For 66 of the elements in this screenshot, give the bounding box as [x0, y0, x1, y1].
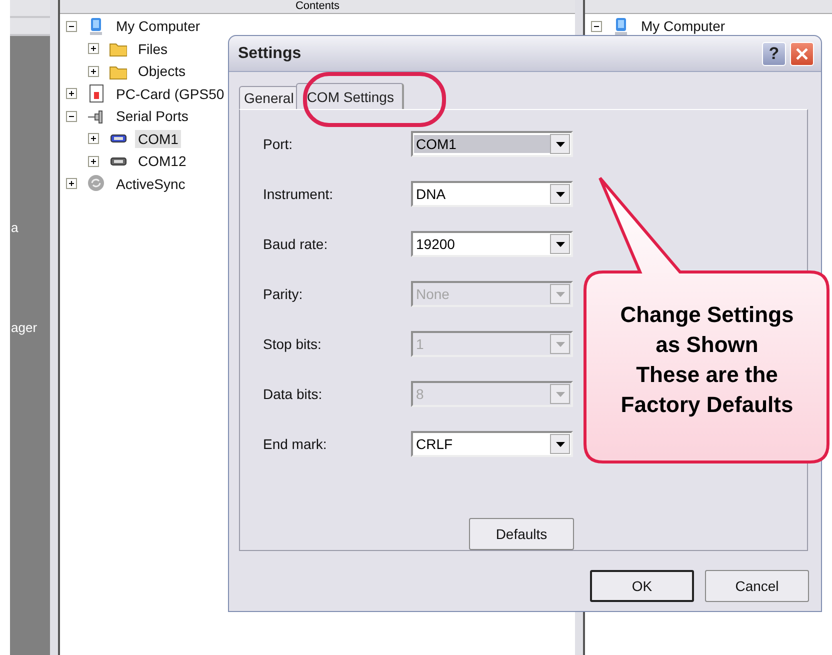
computer-icon: [87, 16, 105, 36]
ok-button[interactable]: OK: [590, 570, 694, 602]
field-label: Instrument:: [263, 186, 334, 202]
expand-toggle[interactable]: [88, 43, 99, 54]
dropdown[interactable]: COM1: [411, 131, 573, 157]
expand-toggle[interactable]: [88, 66, 99, 77]
window-title: Settings: [238, 44, 302, 62]
caret-icon: [556, 192, 564, 196]
collapse-toggle[interactable]: [66, 20, 77, 32]
dropdown-button[interactable]: [550, 434, 570, 454]
memory-card-icon: [87, 84, 105, 104]
dropdown[interactable]: 19200: [411, 231, 573, 257]
field-label: Port:: [263, 136, 294, 152]
tree-item[interactable]: Objects: [135, 62, 188, 80]
expand-toggle[interactable]: [88, 156, 99, 167]
close-button[interactable]: [790, 42, 814, 66]
tree-item[interactable]: Files: [135, 40, 171, 58]
caret-icon: [556, 142, 564, 146]
side-label: ager: [11, 320, 38, 335]
plus-icon: [89, 156, 98, 166]
expand-toggle[interactable]: [88, 133, 99, 144]
collapse-toggle[interactable]: [591, 20, 602, 32]
header-label: Contents: [295, 0, 340, 13]
side-label: a: [11, 220, 18, 235]
splitter[interactable]: [50, 0, 60, 655]
expand-toggle[interactable]: [66, 178, 77, 190]
tree-item[interactable]: My Computer: [638, 17, 728, 36]
tab[interactable]: General: [239, 86, 298, 109]
dropdown-button[interactable]: [550, 134, 570, 154]
caret-icon: [556, 242, 564, 246]
tree-item[interactable]: COM1: [135, 130, 182, 148]
field-label: Data bits:: [263, 386, 324, 402]
collapse-toggle[interactable]: [66, 110, 77, 122]
field-label: Parity:: [263, 286, 304, 302]
computer-icon: [612, 16, 630, 36]
tree-item[interactable]: ActiveSync: [113, 174, 188, 193]
field-label: Baud rate:: [263, 236, 329, 252]
toolbar-cell: [10, 18, 50, 36]
dropdown[interactable]: DNA: [411, 181, 573, 207]
cancel-button[interactable]: Cancel: [705, 570, 809, 602]
tree-item[interactable]: COM12: [135, 152, 190, 170]
tree-item[interactable]: Serial Ports: [113, 107, 192, 126]
tree-item[interactable]: PC-Card (GPS50: [113, 84, 228, 103]
plus-icon: [67, 179, 76, 188]
plus-icon: [89, 66, 98, 76]
caret-icon: [556, 442, 564, 446]
caret-icon: [556, 392, 564, 396]
dropdown-button[interactable]: [550, 184, 570, 204]
sync-icon: [87, 174, 105, 194]
field-label: Stop bits:: [263, 336, 322, 352]
dropdown[interactable]: CRLF: [411, 431, 573, 457]
caret-icon: [556, 342, 564, 346]
plus-icon: [89, 134, 98, 144]
caret-icon: [556, 292, 564, 296]
callout-text: Change Settings as Shown These are the Factory Defaults: [619, 301, 795, 419]
tab[interactable]: COM Settings: [296, 83, 404, 109]
dropdown-button[interactable]: [550, 234, 570, 254]
defaults-button[interactable]: Defaults: [469, 518, 574, 550]
plus-icon: [67, 89, 76, 98]
field-label: End mark:: [263, 436, 328, 452]
tree-item[interactable]: My Computer: [113, 17, 204, 36]
expand-toggle[interactable]: [66, 88, 77, 100]
plus-icon: [89, 44, 98, 54]
toolbar-cell: [10, 0, 50, 18]
close-icon: [795, 46, 809, 60]
help-button[interactable]: ?: [762, 42, 786, 66]
